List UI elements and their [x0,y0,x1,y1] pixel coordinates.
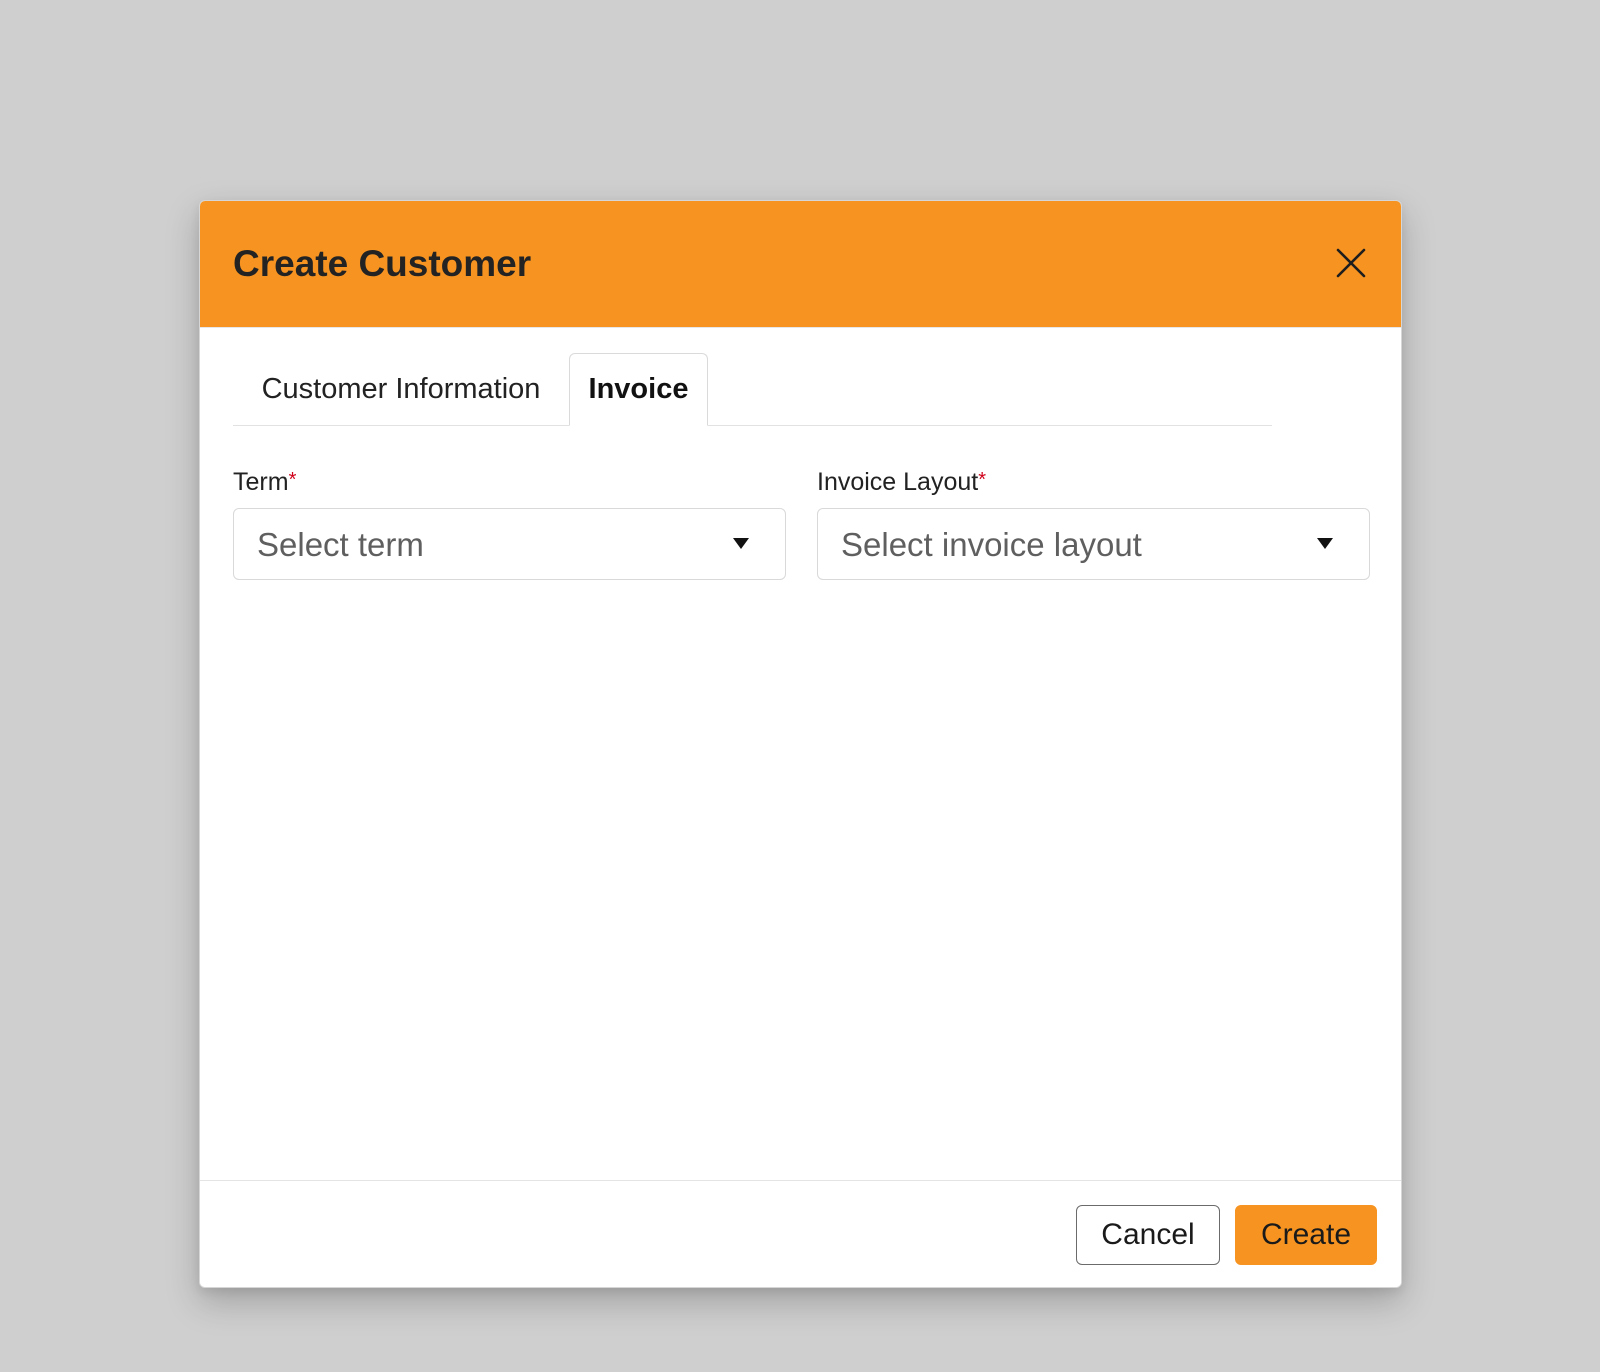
invoice-layout-field: Invoice Layout* Select invoice layout [817,466,1370,580]
term-label-text: Term [233,468,289,496]
term-select-placeholder: Select term [257,526,424,563]
invoice-layout-select-placeholder: Select invoice layout [841,526,1142,563]
modal-title: Create Customer [233,243,532,284]
invoice-layout-select[interactable]: Select invoice layout [817,508,1370,580]
create-button[interactable]: Create [1235,1205,1377,1265]
close-icon [1336,248,1366,278]
close-button[interactable] [1329,241,1373,285]
tab-invoice[interactable]: Invoice [569,353,708,426]
term-field: Term* Select term [233,466,786,580]
caret-down-icon [733,538,749,549]
create-customer-modal: Create Customer Customer Information Inv… [199,200,1402,1288]
term-select[interactable]: Select term [233,508,786,580]
caret-down-icon [1317,538,1333,549]
required-mark: * [978,469,987,491]
tab-bar: Customer Information Invoice [233,353,1272,426]
invoice-layout-label-text: Invoice Layout [817,468,979,496]
invoice-layout-label: Invoice Layout* [817,466,1370,498]
cancel-button[interactable]: Cancel [1076,1205,1220,1265]
required-mark: * [288,469,297,491]
modal-header: Create Customer [200,201,1401,328]
term-label: Term* [233,466,786,498]
tab-customer-information[interactable]: Customer Information [233,353,569,425]
modal-footer: Cancel Create [200,1180,1401,1287]
